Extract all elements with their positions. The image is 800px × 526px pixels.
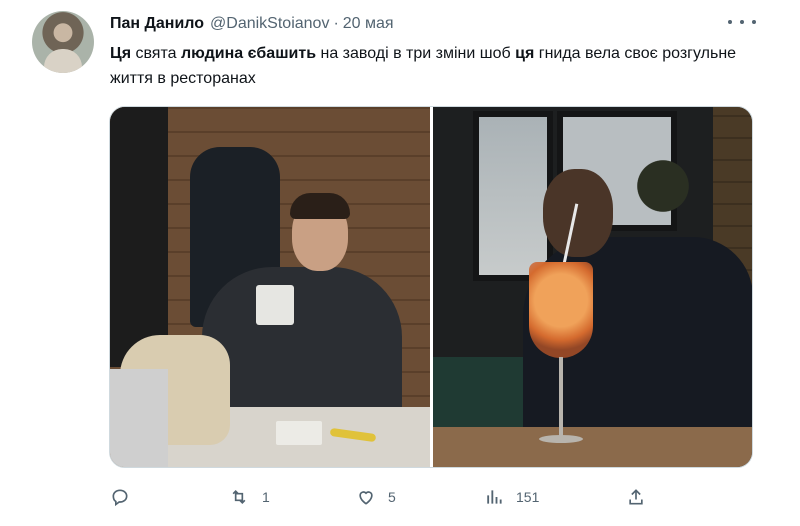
tweet-date[interactable]: 20 мая	[343, 15, 394, 33]
author-name[interactable]: Пан Данило	[110, 15, 204, 33]
author-handle[interactable]: @DanikStoianov	[210, 15, 329, 33]
reply-icon	[110, 487, 130, 507]
share-icon	[626, 487, 646, 507]
text-bold-3: людина єбашить	[180, 45, 317, 62]
like-count: 5	[388, 489, 396, 505]
text-part-4: на заводі в три зміни шоб	[316, 45, 516, 62]
tweet-actions: 1 5 151	[110, 484, 654, 510]
heart-icon	[356, 487, 376, 507]
more-options-icon[interactable]	[728, 12, 756, 32]
tweet-media	[109, 106, 753, 468]
reply-button[interactable]	[110, 484, 130, 510]
share-button[interactable]	[626, 484, 646, 510]
like-button[interactable]: 5	[356, 484, 396, 510]
retweet-button[interactable]: 1	[228, 484, 270, 510]
retweet-count: 1	[262, 489, 270, 505]
views-icon	[484, 487, 504, 507]
text-bold-5: ця	[515, 45, 535, 62]
author-avatar[interactable]	[32, 11, 94, 73]
retweet-icon	[228, 487, 250, 507]
photo-restaurant[interactable]	[433, 107, 752, 467]
separator-dot: ·	[333, 15, 339, 32]
tweet-text: Ця свята людина єбашить на заводі в три …	[110, 41, 770, 91]
photo-worker[interactable]	[110, 107, 430, 467]
text-bold-1: Ця	[110, 45, 132, 62]
tweet-header: Пан Данило @DanikStoianov · 20 мая	[110, 14, 394, 34]
text-part-2: свята	[131, 45, 181, 62]
views-count: 151	[516, 489, 540, 505]
views-button[interactable]: 151	[484, 484, 539, 510]
